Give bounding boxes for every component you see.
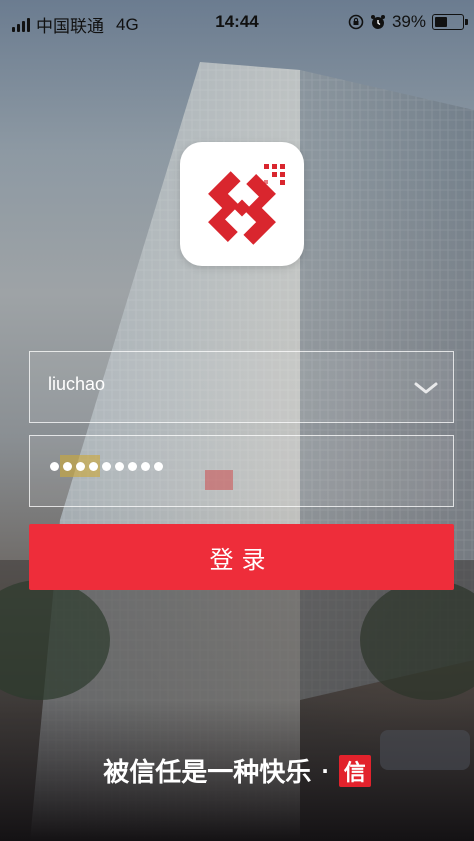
app-logo-mark	[208, 164, 285, 245]
password-dot	[154, 462, 163, 471]
seal-char: 信	[343, 760, 366, 786]
password-dot	[50, 462, 59, 471]
slogan-text: 被信任是一种快乐	[103, 758, 312, 788]
password-dot	[128, 462, 137, 471]
chevron-down-icon[interactable]	[413, 376, 439, 400]
password-dot	[76, 462, 85, 471]
password-dot	[102, 462, 111, 471]
login-button[interactable]: 登录	[29, 524, 454, 590]
slogan-separator: ·	[321, 758, 329, 783]
password-dot	[89, 462, 98, 471]
battery-percent: 39%	[391, 12, 426, 31]
slogan: 被信任是一种快乐 · 信	[0, 752, 474, 789]
status-right: 39%	[348, 12, 468, 32]
battery-icon	[432, 14, 468, 30]
alarm-icon	[370, 15, 385, 29]
username-field[interactable]: liuchao	[29, 351, 454, 423]
app-logo	[180, 142, 304, 266]
password-dot	[141, 462, 150, 471]
rotation-lock-icon	[348, 14, 364, 30]
password-dot	[115, 462, 124, 471]
seal-logo-icon: 信	[338, 754, 371, 787]
login-screen: 中国联通 4G 14:44 39% liuchao 登录 被信任是一种快乐 · …	[0, 0, 474, 841]
status-bar: 中国联通 4G 14:44 39%	[0, 0, 474, 46]
password-dots	[50, 462, 163, 471]
username-value: liuchao	[48, 374, 106, 394]
password-dot	[63, 462, 72, 471]
password-field[interactable]	[29, 435, 454, 507]
